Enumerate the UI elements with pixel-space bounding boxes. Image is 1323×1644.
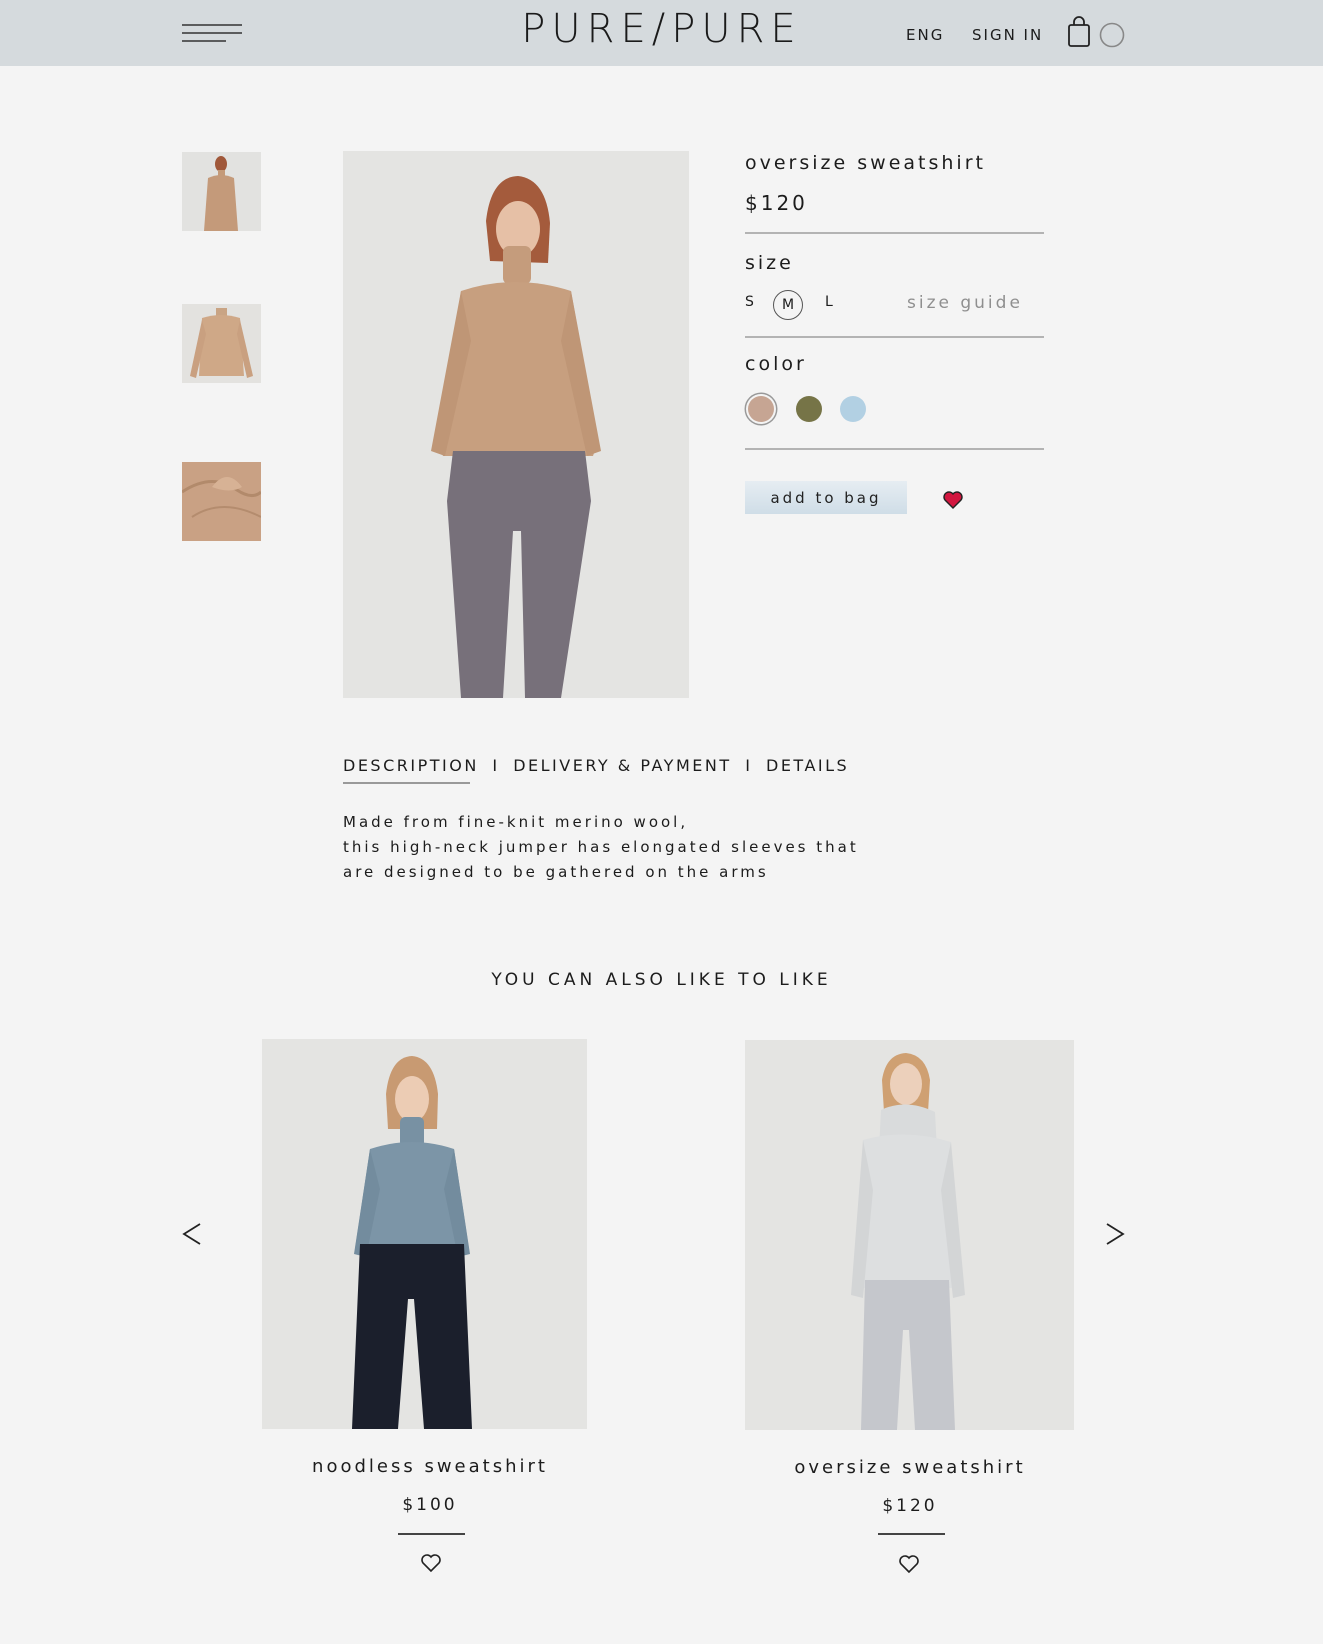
divider: [745, 448, 1044, 450]
size-option-m-selected[interactable]: M: [773, 290, 803, 320]
recommended-product-name[interactable]: noodless sweatshirt: [262, 1456, 598, 1477]
description-line: this high-neck jumper has elongated slee…: [343, 838, 859, 856]
thumbnail-fabric-detail[interactable]: [182, 462, 261, 541]
main-product-photo: [343, 151, 689, 698]
tab-details[interactable]: DETAILS: [766, 756, 849, 775]
top-bar: PURE/PURE ENG SIGN IN: [0, 0, 1323, 66]
active-tab-underline: [343, 782, 470, 784]
recommended-product-price: $100: [402, 1495, 458, 1515]
carousel-prev-arrow-icon[interactable]: [181, 1218, 203, 1250]
color-swatch-light-blue[interactable]: [840, 396, 866, 422]
size-label: size: [745, 252, 794, 274]
recommended-product-image[interactable]: [262, 1039, 587, 1429]
thumbnail-flat-view[interactable]: [182, 304, 261, 383]
shopping-bag-icon[interactable]: [1066, 16, 1092, 48]
carousel-next-arrow-icon[interactable]: [1104, 1218, 1126, 1250]
logo-separator: /: [651, 6, 672, 52]
account-circle-icon[interactable]: [1099, 22, 1125, 48]
size-guide-link[interactable]: size guide: [907, 293, 1023, 313]
favorite-heart-icon[interactable]: [942, 490, 964, 510]
description-line: are designed to be gathered on the arms: [343, 863, 769, 881]
product-price: $120: [745, 191, 808, 215]
sign-in-link[interactable]: SIGN IN: [972, 26, 1043, 44]
tab-separator: I: [492, 756, 500, 775]
tab-delivery-payment[interactable]: DELIVERY & PAYMENT: [513, 756, 731, 775]
thumbnail-back-view[interactable]: [182, 152, 261, 231]
size-option-s[interactable]: S: [745, 294, 755, 310]
heart-icon[interactable]: [898, 1554, 920, 1574]
color-swatch-olive[interactable]: [796, 396, 822, 422]
product-title: oversize sweatshirt: [745, 152, 986, 174]
heart-icon[interactable]: [420, 1553, 442, 1573]
logo-right: PURE: [671, 6, 802, 52]
recommended-product-price: $120: [882, 1496, 938, 1516]
color-label: color: [745, 353, 807, 375]
color-swatch-beige[interactable]: [748, 396, 774, 422]
divider: [745, 336, 1044, 338]
size-option-l[interactable]: L: [825, 294, 834, 310]
language-selector[interactable]: ENG: [906, 26, 944, 44]
price-underline: [878, 1533, 945, 1535]
product-description: Made from fine-knit merino wool, this hi…: [343, 810, 859, 885]
price-underline: [398, 1533, 465, 1535]
description-line: Made from fine-knit merino wool,: [343, 813, 689, 831]
divider: [745, 232, 1044, 234]
tab-separator: I: [745, 756, 753, 775]
product-info-tabs: DESCRIPTION I DELIVERY & PAYMENT I DETAI…: [343, 756, 849, 775]
recommendations-heading: YOU CAN ALSO LIKE TO LIKE: [491, 970, 832, 990]
logo-left: PURE: [521, 6, 652, 52]
recommended-product-name[interactable]: oversize sweatshirt: [745, 1457, 1075, 1478]
tab-description[interactable]: DESCRIPTION: [343, 756, 479, 775]
recommended-product-image[interactable]: [745, 1040, 1074, 1430]
add-to-bag-button[interactable]: add to bag: [745, 481, 907, 514]
